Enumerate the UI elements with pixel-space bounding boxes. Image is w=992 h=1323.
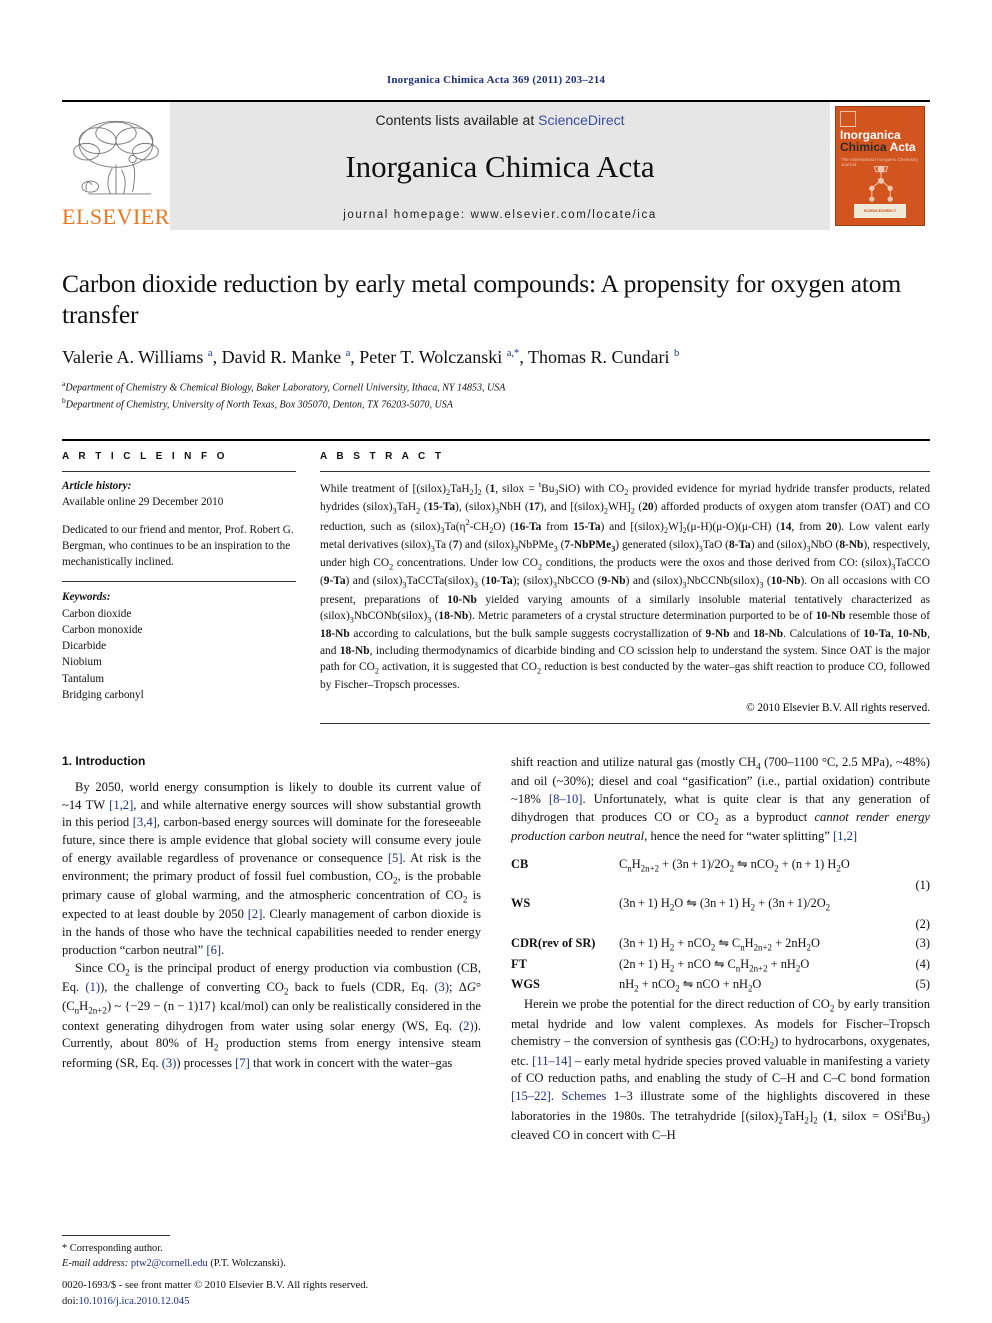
doi-line: doi:10.1016/j.ica.2010.12.045 bbox=[62, 1294, 492, 1309]
article-history: Article history: Available online 29 Dec… bbox=[62, 479, 296, 511]
title-block: Carbon dioxide reduction by early metal … bbox=[62, 268, 930, 413]
equation-number: (3) bbox=[915, 935, 930, 950]
cover-title-line2: Chimica Acta bbox=[840, 141, 922, 153]
equation-body: CnH2n+2 + (3n + 1)/2O2 ⇋ nCO2 + (n + 1) … bbox=[619, 856, 850, 874]
running-head: Inorganica Chimica Acta 369 (2011) 203–2… bbox=[386, 74, 606, 86]
keyword-item: Tantalum bbox=[62, 672, 105, 685]
body-column-right: shift reaction and utilize natural gas (… bbox=[511, 754, 930, 1145]
elsevier-wordmark: ELSEVIER bbox=[62, 204, 170, 229]
email-label: E-mail address: bbox=[62, 1257, 129, 1269]
article-history-value: Available online 29 December 2010 bbox=[62, 495, 224, 508]
cover-title: Inorganica Chimica Acta bbox=[840, 129, 922, 154]
footnote-block: * Corresponding author. E-mail address: … bbox=[62, 1234, 460, 1271]
equation-list: CB CnH2n+2 + (3n + 1)/2O2 ⇋ nCO2 + (n + … bbox=[511, 855, 930, 996]
abstract-bottom-rule bbox=[320, 722, 930, 724]
email-link[interactable]: ptw2@cornell.edu bbox=[131, 1258, 208, 1269]
article-info-rule bbox=[62, 470, 296, 472]
cover-molecule-icon bbox=[869, 165, 893, 202]
section-heading-introduction: 1. Introduction bbox=[62, 753, 146, 768]
email-suffix: (P.T. Wolczanski). bbox=[210, 1257, 286, 1269]
corresponding-author-note: * Corresponding author. bbox=[62, 1242, 163, 1254]
keywords-rule bbox=[62, 581, 296, 583]
intro-paragraph-1: By 2050, world energy consumption is lik… bbox=[62, 779, 482, 957]
journal-cover-thumb: Inorganica Chimica Acta The Internationa… bbox=[830, 102, 930, 230]
equation-row: WS (3n + 1) H2O ⇋ (3n + 1) H2 + (3n + 1)… bbox=[511, 894, 930, 915]
equation-label: WGS bbox=[511, 977, 540, 992]
equation-number: (4) bbox=[915, 956, 930, 971]
keyword-item: Niobium bbox=[62, 656, 102, 669]
cover-sciencedirect-badge: SCIENCEDIRECT bbox=[854, 204, 906, 218]
affiliation-b: bDepartment of Chemistry, University of … bbox=[62, 396, 930, 413]
intro-paragraph-4: Herein we probe the potential for the di… bbox=[511, 997, 931, 1143]
info-abstract-section: A R T I C L E I N F O Article history: A… bbox=[62, 438, 930, 724]
equation-label: FT bbox=[511, 956, 527, 971]
contents-line: Contents lists available at ScienceDirec… bbox=[375, 112, 624, 128]
elsevier-logo: ELSEVIER bbox=[62, 102, 170, 230]
journal-masthead: ELSEVIER Contents lists available at Sci… bbox=[62, 100, 930, 230]
page-title: Carbon dioxide reduction by early metal … bbox=[62, 269, 901, 330]
issn-line: 0020-1693/$ - see front matter © 2010 El… bbox=[62, 1280, 369, 1292]
masthead-center: Contents lists available at ScienceDirec… bbox=[170, 102, 830, 230]
doi-link[interactable]: 10.1016/j.ica.2010.12.045 bbox=[78, 1296, 189, 1307]
sciencedirect-link[interactable]: ScienceDirect bbox=[538, 112, 624, 128]
equation-body: nH2 + nCO2 ⇋ nCO + nH2O bbox=[619, 977, 762, 994]
equation-body: (3n + 1) H2 + nCO2 ⇋ CnH2n+2 + 2nH2O bbox=[619, 935, 820, 953]
article-page: Inorganica Chimica Acta 369 (2011) 203–2… bbox=[0, 0, 992, 1323]
equation-number: (1) bbox=[915, 877, 930, 892]
equation-body: (2n + 1) H2 + nCO ⇋ CnH2n+2 + nH2O bbox=[619, 956, 810, 974]
abstract-copyright: © 2010 Elsevier B.V. All rights reserved… bbox=[746, 701, 930, 714]
article-info-heading: A R T I C L E I N F O bbox=[62, 450, 228, 462]
cover-elsevier-mark-icon bbox=[840, 111, 856, 127]
contents-prefix: Contents lists available at bbox=[375, 112, 539, 128]
body-columns: 1. Introduction By 2050, world energy co… bbox=[62, 754, 930, 1145]
body-column-left: 1. Introduction By 2050, world energy co… bbox=[62, 754, 481, 1145]
equation-row: CDR(rev of SR) (3n + 1) H2 + nCO2 ⇋ CnH2… bbox=[511, 934, 930, 955]
abstract-rule bbox=[320, 470, 930, 472]
author-list: Valerie A. Williams a, David R. Manke a,… bbox=[62, 347, 680, 368]
abstract-heading: A B S T R A C T bbox=[320, 450, 445, 462]
equation-body: (3n + 1) H2O ⇋ (3n + 1) H2 + (3n + 1)/2O… bbox=[619, 896, 831, 913]
doi-label: doi: bbox=[62, 1295, 79, 1307]
equation-number: (2) bbox=[915, 917, 930, 932]
equation-number: (5) bbox=[915, 977, 930, 992]
affiliation-a-text: Department of Chemistry & Chemical Biolo… bbox=[65, 382, 506, 394]
keywords-block: Keywords: Carbon dioxide Carbon monoxide… bbox=[62, 589, 296, 703]
cover-badge-text: SCIENCEDIRECT bbox=[863, 208, 897, 213]
affiliation-b-text: Department of Chemistry, University of N… bbox=[65, 399, 453, 411]
cover-title-chimica: Chimica bbox=[840, 140, 887, 155]
keyword-item: Carbon dioxide bbox=[62, 607, 132, 620]
dedication: Dedicated to our friend and mentor, Prof… bbox=[62, 523, 294, 568]
elsevier-tree-icon bbox=[73, 120, 159, 195]
equation-row: WGS nH2 + nCO2 ⇋ nCO + nH2O (5) bbox=[511, 975, 930, 996]
article-history-label: Article history: bbox=[62, 479, 132, 492]
journal-homepage[interactable]: journal homepage: www.elsevier.com/locat… bbox=[343, 209, 657, 221]
keyword-item: Carbon monoxide bbox=[62, 623, 143, 636]
abstract-body: While treatment of [(silox)2TaH2]2 (1, s… bbox=[320, 479, 931, 692]
journal-title: Inorganica Chimica Acta bbox=[345, 149, 655, 185]
equation-label: WS bbox=[511, 896, 531, 911]
equation-row: FT (2n + 1) H2 + nCO ⇋ CnH2n+2 + nH2O (4… bbox=[511, 955, 930, 976]
equation-label: CB bbox=[511, 856, 529, 871]
article-info-column: A R T I C L E I N F O Article history: A… bbox=[62, 451, 320, 724]
cover-title-acta: Acta bbox=[889, 140, 916, 155]
abstract-column: A B S T R A C T While treatment of [(sil… bbox=[320, 451, 930, 724]
cover-image: Inorganica Chimica Acta The Internationa… bbox=[835, 106, 925, 226]
intro-paragraph-3: shift reaction and utilize natural gas (… bbox=[511, 754, 931, 844]
intro-paragraph-2: Since CO2 is the principal product of en… bbox=[62, 960, 482, 1070]
keyword-item: Dicarbide bbox=[62, 640, 107, 653]
footnote-rule bbox=[62, 1234, 170, 1236]
equation-label: CDR(rev of SR) bbox=[511, 935, 596, 950]
keyword-item: Bridging carbonyl bbox=[62, 688, 144, 701]
email-note: E-mail address: ptw2@cornell.edu (P.T. W… bbox=[62, 1256, 460, 1271]
keywords-label: Keywords: bbox=[62, 591, 111, 604]
imprint-block: 0020-1693/$ - see front matter © 2010 El… bbox=[62, 1278, 492, 1309]
equation-row: CB CnH2n+2 + (3n + 1)/2O2 ⇋ nCO2 + (n + … bbox=[511, 855, 930, 876]
affiliation-a: aDepartment of Chemistry & Chemical Biol… bbox=[62, 379, 930, 396]
affiliations: aDepartment of Chemistry & Chemical Biol… bbox=[62, 379, 930, 413]
